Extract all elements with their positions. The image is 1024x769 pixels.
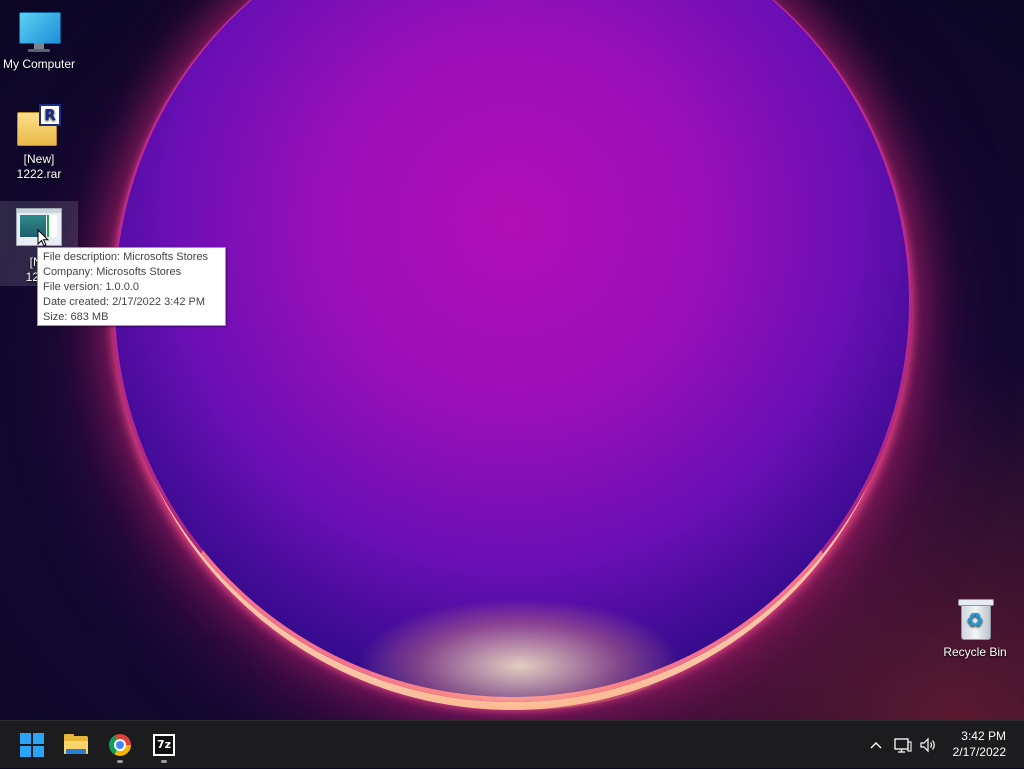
desktop-icon-label: My Computer — [2, 57, 76, 71]
taskbar: 7z 3:42 PM 2/17/2022 — [0, 720, 1024, 768]
clock-time: 3:42 PM — [961, 729, 1006, 743]
tooltip-line-company: Company: Microsofts Stores — [43, 266, 182, 278]
start-button[interactable] — [14, 727, 50, 763]
clock-date: 2/17/2022 — [952, 745, 1006, 759]
taskbar-clock[interactable]: 3:42 PM 2/17/2022 — [953, 728, 1006, 760]
running-indicator — [161, 760, 167, 763]
running-indicator — [117, 760, 123, 763]
taskbar-7-zip[interactable]: 7z — [146, 727, 182, 763]
network-icon[interactable] — [893, 735, 913, 755]
tooltip-line-version: File version: 1.0.0.0 — [43, 281, 139, 293]
taskbar-file-explorer[interactable] — [58, 727, 94, 763]
wallpaper-orb-rim — [112, 0, 912, 702]
tooltip-line-size: Size: 683 MB — [43, 311, 109, 323]
tooltip-line-date: Date created: 2/17/2022 3:42 PM — [43, 296, 206, 308]
desktop-icon-rar-file[interactable]: R [New] 1222.rar — [0, 104, 78, 182]
desktop-wallpaper — [0, 0, 1024, 720]
recycle-bin-icon: ♻ — [958, 597, 994, 640]
desktop-icon-label-line1: [New] — [23, 152, 55, 166]
desktop-icon-recycle-bin[interactable]: ♻ Recycle Bin — [936, 597, 1014, 660]
wallpaper-orb-glow — [360, 600, 680, 710]
desktop-icon-label-line2: 1222.rar — [16, 167, 62, 181]
system-tray: 3:42 PM 2/17/2022 — [860, 721, 1024, 769]
desktop-icon-label: Recycle Bin — [943, 645, 1007, 659]
file-info-tooltip: File description: Microsofts Stores Comp… — [37, 247, 226, 326]
show-hidden-icons-chevron-icon[interactable] — [866, 735, 886, 755]
taskbar-chrome[interactable] — [102, 727, 138, 763]
monitor-icon — [17, 10, 61, 54]
volume-icon[interactable] — [918, 735, 938, 755]
winrar-archive-icon: R — [15, 104, 63, 148]
tooltip-line-description: File description: Microsofts Stores — [43, 251, 209, 263]
desktop-icon-my-computer[interactable]: My Computer — [0, 10, 78, 72]
